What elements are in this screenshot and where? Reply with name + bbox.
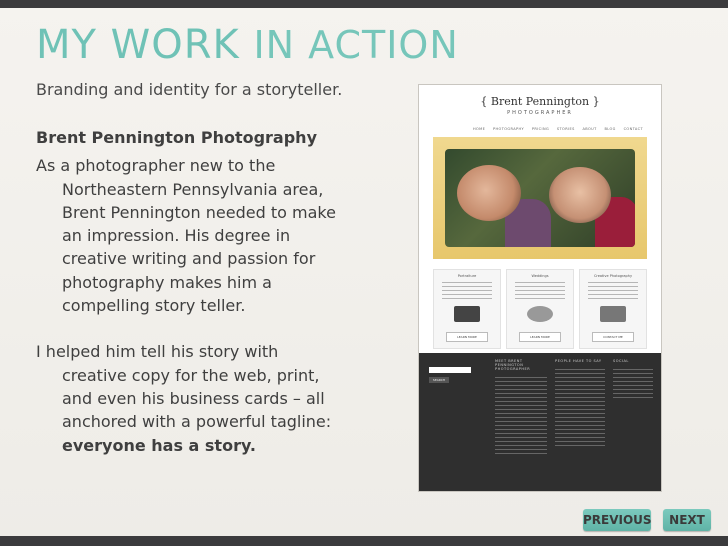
mockup-card-title: Portraiture [457,274,477,278]
mockup-nav-item: PRICING [531,127,550,131]
mockup-nav: HOME PHOTOGRAPHY PRICING STORIES ABOUT B… [473,127,643,135]
mockup-footer: SEARCH MEET BRENT PENNINGTON PHOTOGRAPHE… [419,353,661,491]
paragraph-2-text: I helped him tell his story with creativ… [36,342,332,432]
title-part-2: IN ACTION [253,23,459,67]
title-part-1: MY WORK [36,22,240,68]
rings-icon [527,306,553,322]
mockup-footer-heading: MEET BRENT PENNINGTON PHOTOGRAPHER [495,359,531,371]
project-heading: Brent Pennington Photography [36,128,317,147]
camera-icon [600,306,626,322]
mockup-footer-column: PEOPLE HAVE TO SAY [555,359,605,469]
mockup-footer-column: MEET BRENT PENNINGTON PHOTOGRAPHER [495,359,547,469]
slide: MY WORK IN ACTION Branding and identity … [0,0,728,546]
mockup-nav-item: BLOG [604,127,616,131]
bottom-bar [0,536,728,546]
mockup-nav-item: STORIES [556,127,575,131]
person-face [457,165,521,221]
mockup-card-button: CONTACT ME [592,332,634,342]
tagline: everyone has a story. [62,435,256,455]
next-button[interactable]: NEXT [663,509,711,531]
mockup-footer-text [495,377,547,457]
mockup-card-title: Weddings [531,274,549,278]
mockup-card-button: LEARN MORE [446,332,488,342]
mockup-card-text [588,282,638,302]
mockup-footer-heading: PEOPLE HAVE TO SAY [555,359,602,363]
photos-icon [454,306,480,322]
slide-subtitle: Branding and identity for a storyteller. [36,80,343,99]
slide-title: MY WORK IN ACTION [36,22,459,68]
mockup-card-button: LEARN MORE [519,332,561,342]
slide-content: Brent Pennington Photography As a photog… [36,126,336,457]
mockup-nav-item: CONTACT [623,127,643,131]
previous-button[interactable]: PREVIOUS [583,509,652,531]
mockup-card-text [515,282,565,302]
mockup-card: Creative Photography CONTACT ME [579,269,647,349]
mockup-footer-heading: SOCIAL [613,359,629,363]
mockup-card: Portraiture LEARN MORE [433,269,501,349]
mockup-search-field [429,367,471,373]
mockup-nav-item: PHOTOGRAPHY [493,127,525,131]
mockup-nav-item: HOME [473,127,486,131]
mockup-card: Weddings LEARN MORE [506,269,574,349]
top-bar [0,0,728,8]
mockup-logo: { Brent Pennington } [480,95,600,108]
paragraph-2: I helped him tell his story with creativ… [36,340,336,456]
mockup-cards: Portraiture LEARN MORE Weddings LEARN MO… [433,269,647,349]
mockup-nav-item: ABOUT [582,127,597,131]
mockup-logo-subtitle: PHOTOGRAPHER [507,110,573,116]
mockup-search-button: SEARCH [429,377,449,383]
paragraph-1: As a photographer new to the Northeaster… [36,156,336,316]
mockup-card-title: Creative Photography [593,274,633,278]
mockup-footer-column: SOCIAL [613,359,653,469]
mockup-photo [445,149,635,247]
mockup-card-text [442,282,492,302]
person-face [549,167,611,223]
website-mockup-image: { Brent Pennington } PHOTOGRAPHER HOME P… [418,84,662,492]
mockup-footer-text [555,369,605,449]
mockup-footer-text [613,369,653,399]
